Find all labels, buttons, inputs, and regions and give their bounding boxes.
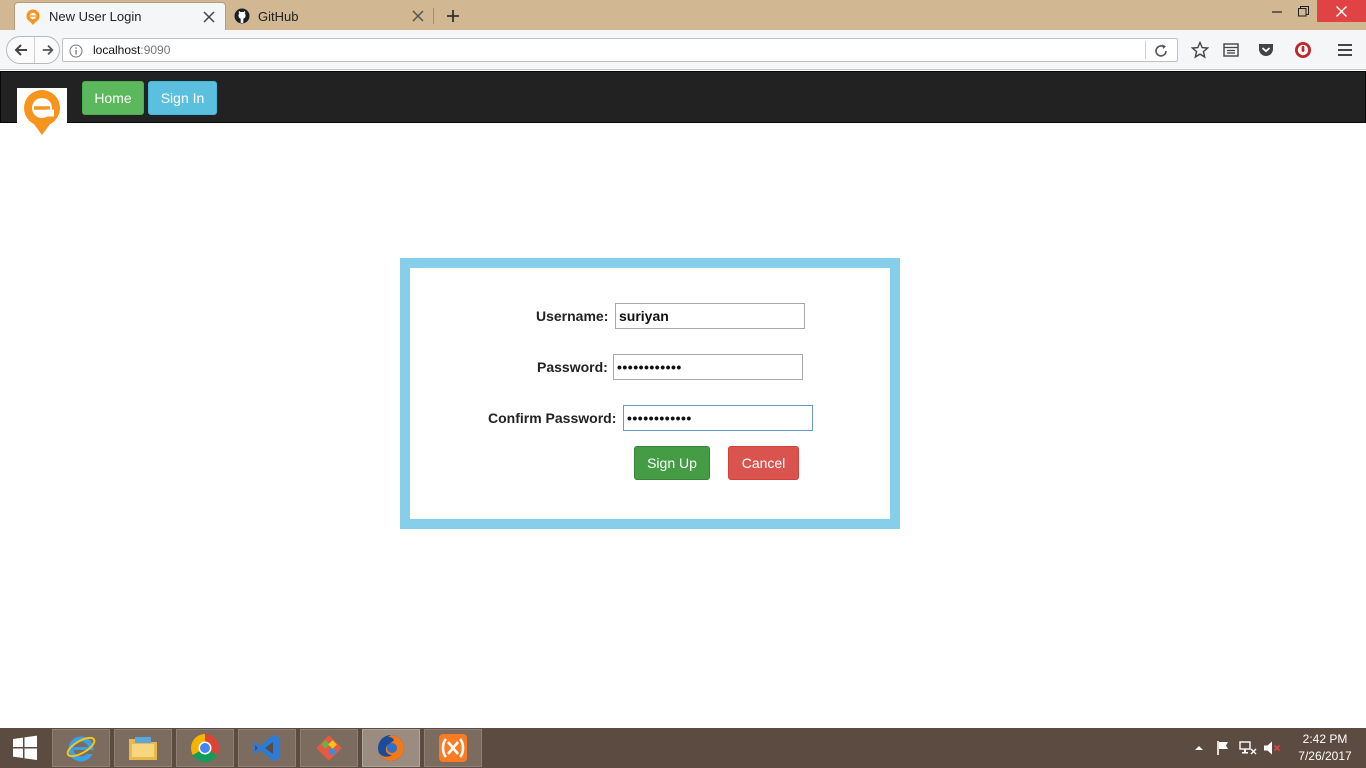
sign-in-button[interactable]: Sign In <box>148 81 217 115</box>
volume-muted-icon[interactable] <box>1262 738 1282 758</box>
window-restore-icon[interactable] <box>1290 0 1316 22</box>
cancel-button[interactable]: Cancel <box>728 446 799 480</box>
firefox-icon[interactable] <box>362 729 420 767</box>
url-port: :9090 <box>140 43 171 57</box>
chrome-icon[interactable] <box>176 729 234 767</box>
xampp-icon[interactable] <box>424 729 482 767</box>
internet-explorer-icon[interactable] <box>52 729 110 767</box>
windows-taskbar: 2:42 PM 7/26/2017 <box>0 728 1366 768</box>
tab-title: New User Login <box>49 9 142 24</box>
clock-time: 2:42 PM <box>1302 732 1348 746</box>
signup-form: Username: Password: Confirm Password: Si… <box>400 258 900 529</box>
url-host: localhost <box>93 43 141 57</box>
back-arrow-icon[interactable] <box>7 37 35 63</box>
windows-start-icon[interactable] <box>0 728 50 768</box>
confirm-password-input[interactable] <box>623 405 813 431</box>
github-icon <box>234 8 250 24</box>
bookmark-star-icon[interactable] <box>1188 38 1212 62</box>
adblock-extension-icon[interactable] <box>1291 38 1315 62</box>
git-icon[interactable] <box>300 729 358 767</box>
home-button[interactable]: Home <box>82 81 144 115</box>
password-label: Password: <box>537 359 608 375</box>
tab-github[interactable]: GitHub <box>228 2 434 30</box>
url-text: localhost:9090 <box>93 43 170 57</box>
reload-icon[interactable] <box>1151 41 1171 61</box>
tab-close-icon[interactable] <box>199 7 219 27</box>
address-bar[interactable]: localhost:9090 <box>62 38 1178 62</box>
show-hidden-icons-icon[interactable] <box>1189 738 1209 758</box>
forward-arrow-icon[interactable] <box>36 37 60 63</box>
tab-close-icon[interactable] <box>408 6 428 26</box>
hamburger-menu-icon[interactable] <box>1333 38 1357 62</box>
password-input[interactable] <box>613 354 803 380</box>
file-explorer-icon[interactable] <box>114 729 172 767</box>
sign-up-button[interactable]: Sign Up <box>634 446 710 480</box>
reading-list-icon[interactable] <box>1219 38 1243 62</box>
browser-navigation-bar: localhost:9090 <box>0 30 1366 70</box>
app-favicon-icon <box>26 9 40 25</box>
username-input[interactable] <box>615 303 805 329</box>
network-icon[interactable] <box>1238 738 1258 758</box>
tab-separator <box>433 8 434 24</box>
visual-studio-icon[interactable] <box>238 729 296 767</box>
pocket-icon[interactable] <box>1254 38 1278 62</box>
taskbar-clock[interactable]: 2:42 PM 7/26/2017 <box>1290 731 1360 765</box>
site-info-icon[interactable] <box>67 42 84 59</box>
reload-separator <box>1145 41 1146 59</box>
app-navbar: Home Sign In <box>0 71 1366 138</box>
action-center-flag-icon[interactable] <box>1213 738 1233 758</box>
window-close-icon[interactable] <box>1317 0 1366 22</box>
tab-new-user-login[interactable]: New User Login <box>14 2 226 30</box>
brand-e-logo-icon <box>24 90 60 135</box>
username-label: Username: <box>536 308 609 324</box>
confirm-password-label: Confirm Password: <box>488 410 617 426</box>
clock-date: 7/26/2017 <box>1298 749 1352 763</box>
tab-title: GitHub <box>258 8 299 24</box>
window-minimize-icon[interactable] <box>1264 0 1290 22</box>
browser-tab-strip: New User Login GitHub <box>0 0 1366 30</box>
back-forward-group <box>6 36 60 64</box>
new-tab-icon[interactable] <box>442 5 464 27</box>
brand-logo[interactable] <box>17 88 67 138</box>
